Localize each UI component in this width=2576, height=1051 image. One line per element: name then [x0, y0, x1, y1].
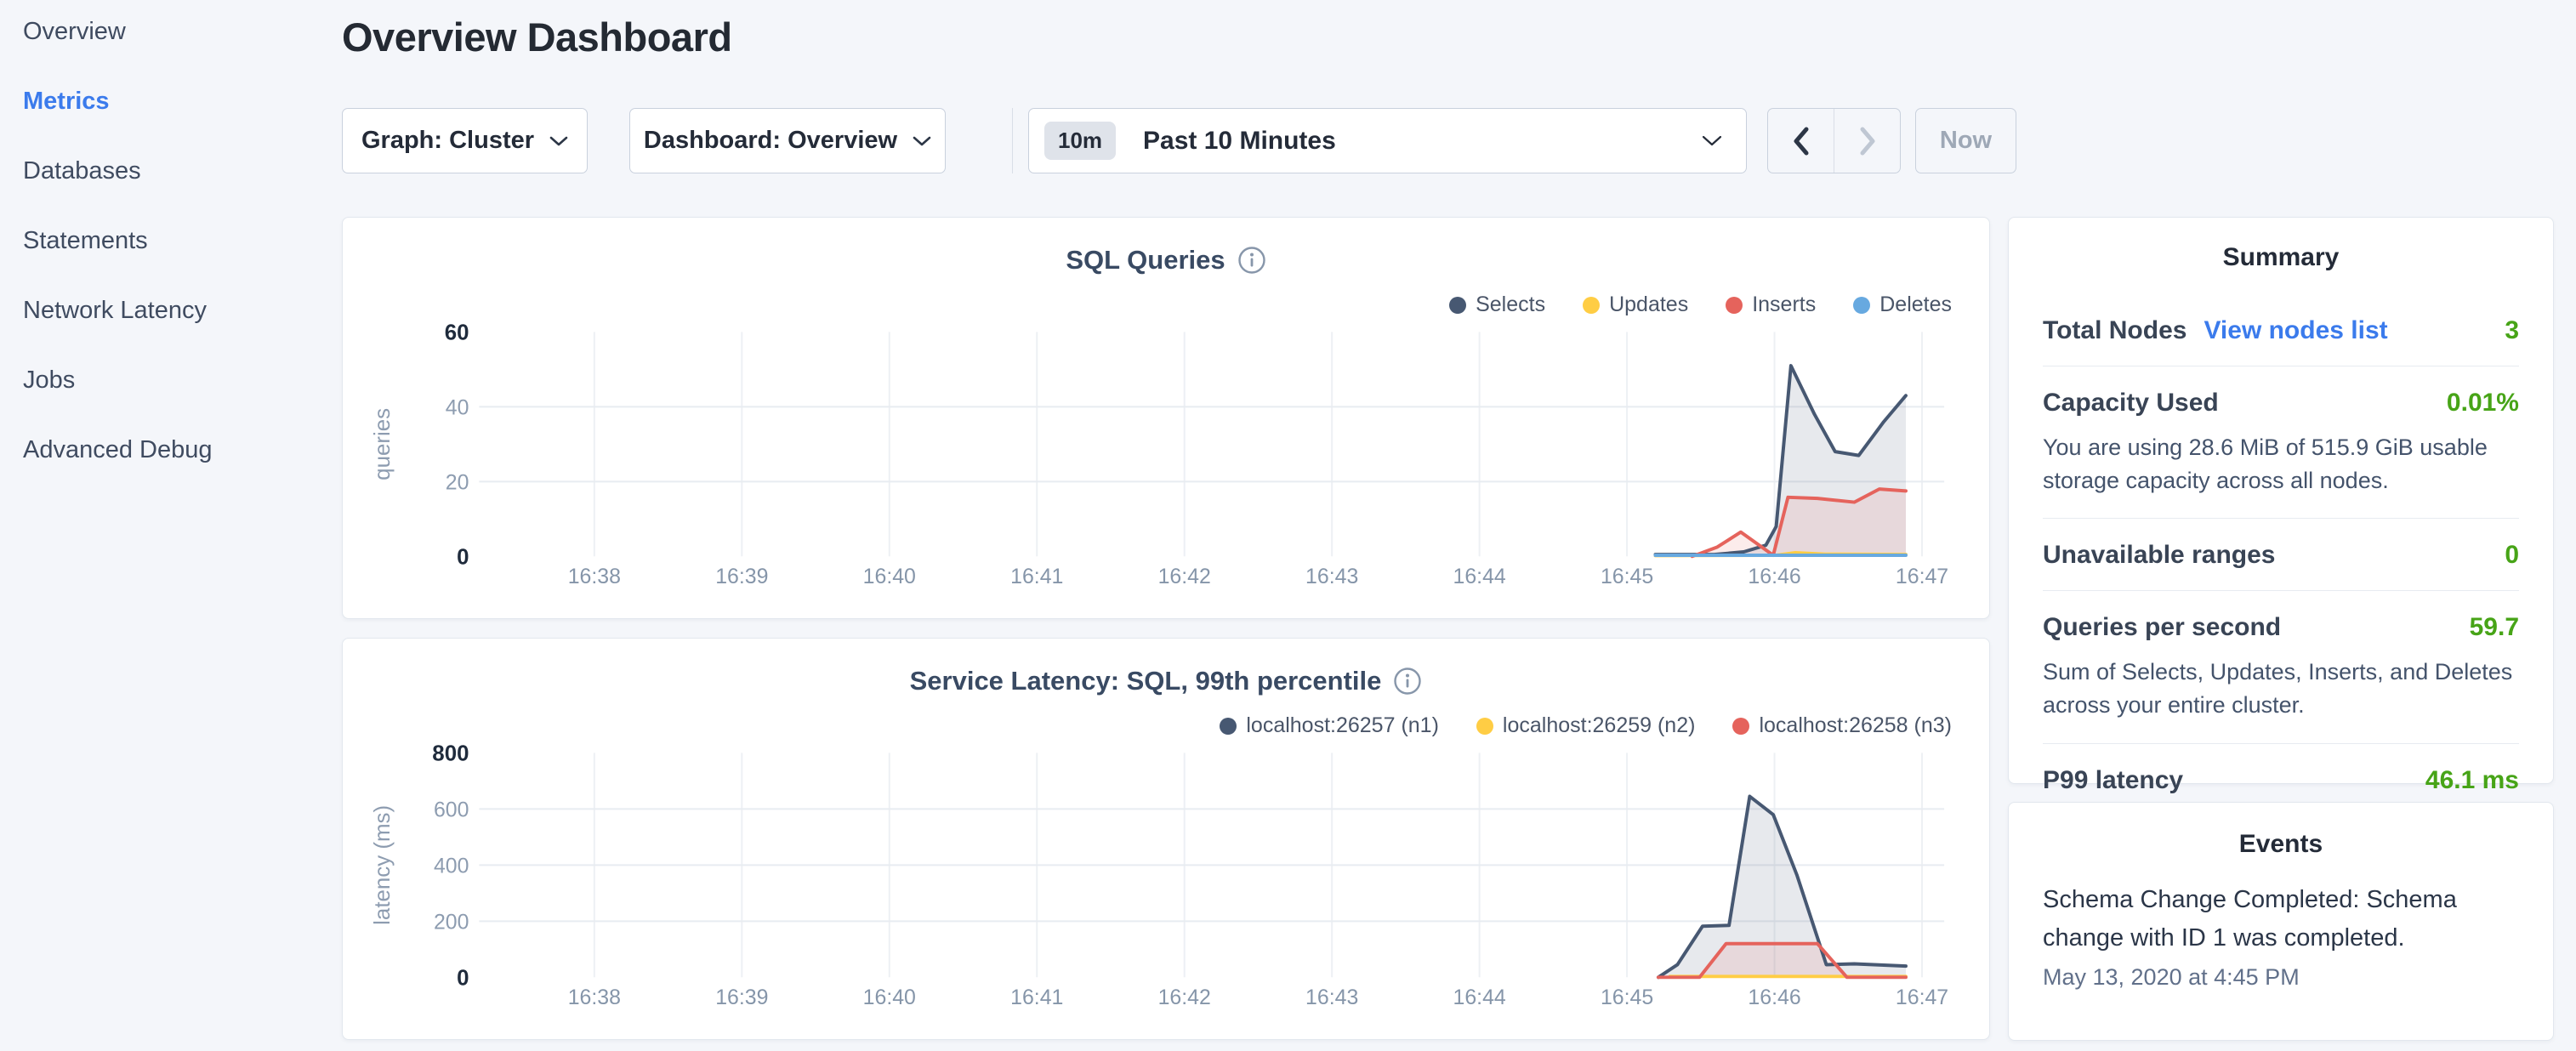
now-button[interactable]: Now	[1915, 108, 2016, 173]
chevron-down-icon	[1702, 135, 1722, 146]
summary-row-capacity-used: Capacity Used 0.01% You are using 28.6 M…	[2043, 366, 2519, 519]
summary-title: Summary	[2043, 243, 2519, 272]
service-latency-chart-card: Service Latency: SQL, 99th percentile lo…	[342, 638, 1990, 1040]
svg-text:16:42: 16:42	[1158, 986, 1211, 1009]
chevron-left-icon	[1792, 126, 1811, 156]
svg-text:16:44: 16:44	[1453, 986, 1506, 1009]
svg-text:800: 800	[432, 741, 469, 765]
summary-row-total-nodes: Total Nodes View nodes list 3	[2043, 294, 2519, 366]
chevron-right-icon	[1858, 126, 1877, 156]
svg-text:16:41: 16:41	[1010, 565, 1063, 588]
summary-value: 3	[2505, 316, 2519, 345]
summary-row-unavailable-ranges: Unavailable ranges 0	[2043, 519, 2519, 591]
svg-text:16:43: 16:43	[1305, 986, 1358, 1009]
events-title: Events	[2043, 830, 2519, 859]
svg-text:16:46: 16:46	[1748, 565, 1800, 588]
svg-text:16:46: 16:46	[1748, 986, 1800, 1009]
event-list-item[interactable]: Schema Change Completed: Schema change w…	[2043, 881, 2519, 991]
svg-text:latency (ms): latency (ms)	[371, 805, 395, 925]
svg-text:16:39: 16:39	[715, 986, 768, 1009]
svg-text:600: 600	[434, 798, 469, 821]
svg-text:0: 0	[457, 966, 469, 990]
sql-queries-chart-card: SQL Queries SelectsUpdatesInsertsDeletes…	[342, 217, 1990, 619]
summary-label: Unavailable ranges	[2043, 541, 2275, 570]
svg-text:400: 400	[434, 854, 469, 878]
svg-text:200: 200	[434, 910, 469, 934]
summary-label: P99 latency	[2043, 766, 2183, 795]
time-back-button[interactable]	[1768, 109, 1834, 173]
view-nodes-list-link[interactable]: View nodes list	[2204, 316, 2387, 345]
sidebar-item-overview[interactable]: Overview	[23, 18, 340, 88]
svg-text:0: 0	[457, 545, 469, 569]
summary-description: You are using 28.6 MiB of 515.9 GiB usab…	[2043, 431, 2519, 497]
events-panel: Events Schema Change Completed: Schema c…	[2008, 802, 2554, 1041]
svg-text:queries: queries	[371, 408, 395, 480]
event-timestamp: May 13, 2020 at 4:45 PM	[2043, 964, 2519, 991]
page-title: Overview Dashboard	[342, 14, 732, 60]
chevron-down-icon	[913, 136, 931, 146]
summary-row-queries-per-second: Queries per second 59.7 Sum of Selects, …	[2043, 591, 2519, 743]
summary-description: Sum of Selects, Updates, Inserts, and De…	[2043, 656, 2519, 722]
event-text: Schema Change Completed: Schema change w…	[2043, 881, 2519, 957]
svg-text:60: 60	[445, 321, 469, 344]
dashboard-dropdown[interactable]: Dashboard: Overview	[629, 108, 946, 173]
graph-dropdown[interactable]: Graph: Cluster	[342, 108, 588, 173]
summary-label: Total Nodes	[2043, 316, 2186, 345]
summary-value: 0	[2505, 541, 2519, 570]
svg-text:16:40: 16:40	[863, 986, 916, 1009]
svg-text:20: 20	[446, 470, 469, 494]
svg-text:16:45: 16:45	[1601, 565, 1653, 588]
sidebar: Overview Metrics Databases Statements Ne…	[0, 0, 340, 506]
graph-dropdown-label: Graph: Cluster	[361, 127, 534, 155]
summary-value: 0.01%	[2447, 389, 2519, 418]
sidebar-item-network-latency[interactable]: Network Latency	[23, 297, 340, 366]
svg-text:16:40: 16:40	[863, 565, 916, 588]
time-nav-group	[1767, 108, 1901, 173]
sidebar-item-metrics[interactable]: Metrics	[23, 88, 340, 157]
svg-text:16:42: 16:42	[1158, 565, 1211, 588]
svg-text:16:43: 16:43	[1305, 565, 1358, 588]
svg-text:16:45: 16:45	[1601, 986, 1653, 1009]
sidebar-item-advanced-debug[interactable]: Advanced Debug	[23, 436, 340, 506]
sidebar-item-databases[interactable]: Databases	[23, 157, 340, 227]
summary-value: 59.7	[2470, 613, 2519, 642]
chevron-down-icon	[549, 136, 568, 146]
svg-text:16:38: 16:38	[568, 565, 621, 588]
summary-panel: Summary Total Nodes View nodes list 3 Ca…	[2008, 217, 2554, 784]
time-range-dropdown[interactable]: 10m Past 10 Minutes	[1028, 108, 1747, 173]
time-range-label: Past 10 Minutes	[1143, 127, 1702, 156]
chart-plot[interactable]: 16:38 16:39 16:40 16:41 16:42 16:43 16:44 16:45…	[343, 218, 1989, 618]
svg-text:40: 40	[446, 395, 469, 419]
sidebar-item-jobs[interactable]: Jobs	[23, 366, 340, 436]
summary-value: 46.1 ms	[2425, 766, 2519, 795]
sidebar-item-statements[interactable]: Statements	[23, 227, 340, 297]
time-forward-button[interactable]	[1834, 109, 1900, 173]
summary-label: Capacity Used	[2043, 389, 2219, 418]
svg-text:16:44: 16:44	[1453, 565, 1506, 588]
svg-text:16:47: 16:47	[1896, 986, 1948, 1009]
svg-text:16:39: 16:39	[715, 565, 768, 588]
svg-text:16:47: 16:47	[1896, 565, 1948, 588]
controls-divider	[1012, 108, 1013, 173]
dashboard-dropdown-label: Dashboard: Overview	[644, 127, 897, 155]
svg-text:16:38: 16:38	[568, 986, 621, 1009]
controls-bar: Graph: Cluster Dashboard: Overview 10m P…	[342, 108, 2016, 173]
summary-label: Queries per second	[2043, 613, 2281, 642]
chart-plot[interactable]: 16:38 16:39 16:40 16:41 16:42 16:43 16:44 16:45…	[343, 639, 1989, 1039]
time-range-badge: 10m	[1044, 122, 1116, 160]
svg-text:16:41: 16:41	[1010, 986, 1063, 1009]
